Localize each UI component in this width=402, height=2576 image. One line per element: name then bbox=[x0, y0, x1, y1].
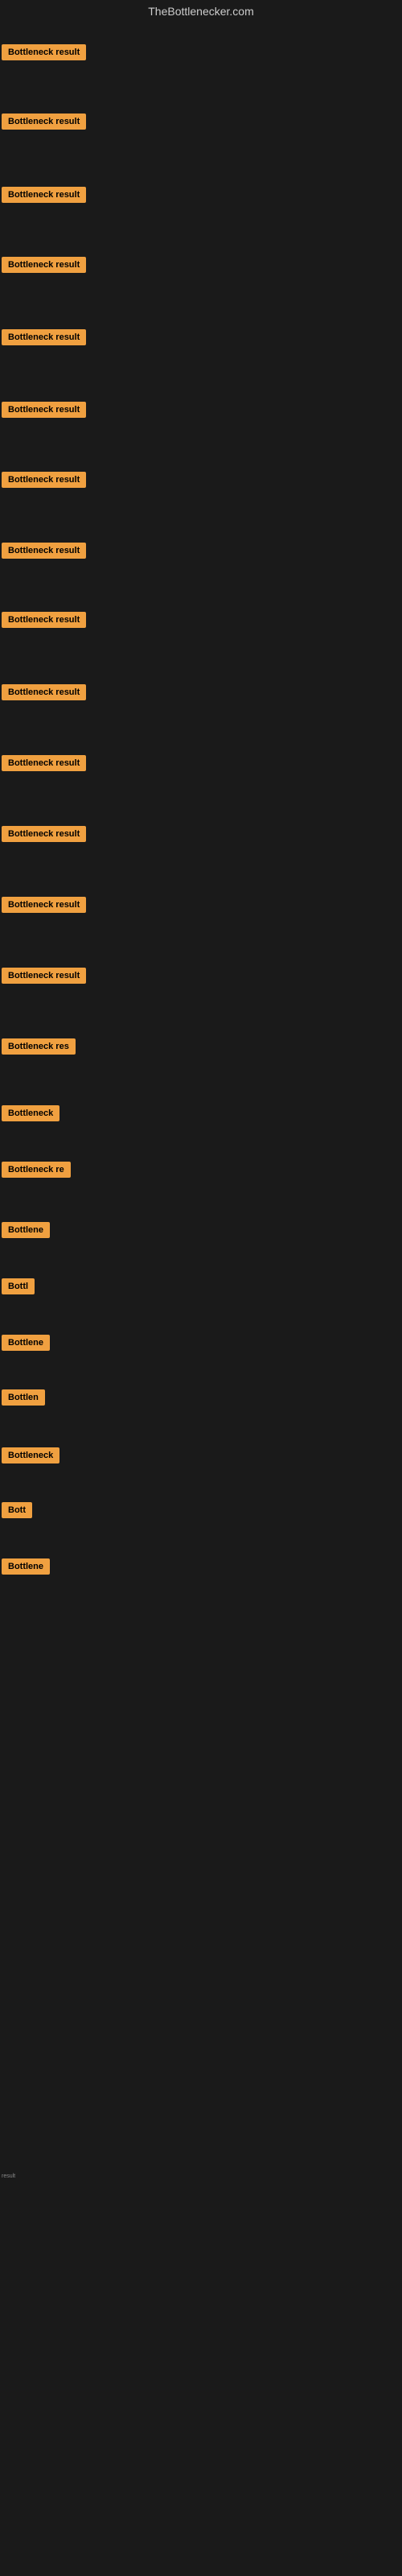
tiny-label: result bbox=[2, 2174, 15, 2179]
bottleneck-result-row: Bott bbox=[2, 1502, 32, 1522]
bottleneck-result-row: Bottleneck bbox=[2, 1105, 59, 1125]
bottleneck-result-row: Bottleneck result bbox=[2, 968, 86, 988]
bottleneck-badge[interactable]: Bottleneck res bbox=[2, 1038, 76, 1055]
bottleneck-result-row: Bottl bbox=[2, 1278, 35, 1298]
bottleneck-result-row: Bottleneck result bbox=[2, 543, 86, 563]
bottleneck-badge[interactable]: Bottleneck bbox=[2, 1447, 59, 1463]
bottleneck-badge[interactable]: Bottleneck result bbox=[2, 897, 86, 913]
bottleneck-result-row: Bottleneck result bbox=[2, 897, 86, 917]
bottleneck-badge[interactable]: Bottleneck result bbox=[2, 329, 86, 345]
bottleneck-badge[interactable]: Bottleneck result bbox=[2, 402, 86, 418]
bottleneck-result-row: Bottleneck result bbox=[2, 114, 86, 134]
site-title-bar: TheBottlenecker.com bbox=[0, 0, 402, 23]
bottleneck-badge[interactable]: Bottleneck result bbox=[2, 44, 86, 60]
bottleneck-badge[interactable]: Bottlen bbox=[2, 1389, 45, 1406]
bottleneck-result-row: Bottleneck result bbox=[2, 755, 86, 775]
bottleneck-badge[interactable]: Bottleneck result bbox=[2, 543, 86, 559]
bottleneck-badge[interactable]: Bottleneck result bbox=[2, 968, 86, 984]
bottleneck-badge[interactable]: Bott bbox=[2, 1502, 32, 1518]
site-title: TheBottlenecker.com bbox=[148, 5, 254, 18]
results-container: Bottleneck result Bottleneck result Bottle… bbox=[0, 23, 402, 2558]
bottleneck-badge[interactable]: Bottleneck result bbox=[2, 684, 86, 700]
bottleneck-result-row: Bottlene bbox=[2, 1222, 50, 1242]
bottleneck-badge[interactable]: Bottleneck result bbox=[2, 114, 86, 130]
bottleneck-result-row: Bottleneck result bbox=[2, 257, 86, 277]
bottleneck-result-row: Bottleneck bbox=[2, 1447, 59, 1468]
bottleneck-badge[interactable]: Bottlene bbox=[2, 1335, 50, 1351]
bottleneck-badge[interactable]: Bottleneck result bbox=[2, 472, 86, 488]
bottleneck-result-row: Bottleneck result bbox=[2, 402, 86, 422]
bottleneck-result-row: Bottleneck result bbox=[2, 44, 86, 64]
bottleneck-result-row: Bottleneck result bbox=[2, 187, 86, 207]
bottleneck-badge[interactable]: Bottlene bbox=[2, 1222, 50, 1238]
bottleneck-badge[interactable]: Bottleneck result bbox=[2, 612, 86, 628]
bottleneck-result-row: Bottleneck result bbox=[2, 684, 86, 704]
bottleneck-result-row: Bottleneck result bbox=[2, 612, 86, 632]
bottleneck-result-row: Bottleneck res bbox=[2, 1038, 76, 1059]
bottleneck-badge[interactable]: Bottlene bbox=[2, 1558, 50, 1575]
bottleneck-result-row: Bottleneck result bbox=[2, 826, 86, 846]
bottleneck-result-row: Bottlene bbox=[2, 1558, 50, 1579]
bottleneck-result-row: Bottlen bbox=[2, 1389, 45, 1410]
bottleneck-result-row: Bottleneck result bbox=[2, 472, 86, 492]
bottleneck-badge[interactable]: Bottleneck re bbox=[2, 1162, 71, 1178]
bottleneck-badge[interactable]: Bottleneck result bbox=[2, 826, 86, 842]
bottleneck-badge[interactable]: Bottleneck bbox=[2, 1105, 59, 1121]
bottleneck-result-row: Bottleneck re bbox=[2, 1162, 71, 1182]
bottleneck-badge[interactable]: Bottl bbox=[2, 1278, 35, 1294]
bottleneck-badge[interactable]: Bottleneck result bbox=[2, 257, 86, 273]
bottleneck-badge[interactable]: Bottleneck result bbox=[2, 187, 86, 203]
bottleneck-result-row: Bottleneck result bbox=[2, 329, 86, 349]
bottleneck-badge[interactable]: Bottleneck result bbox=[2, 755, 86, 771]
bottleneck-result-row: Bottlene bbox=[2, 1335, 50, 1355]
